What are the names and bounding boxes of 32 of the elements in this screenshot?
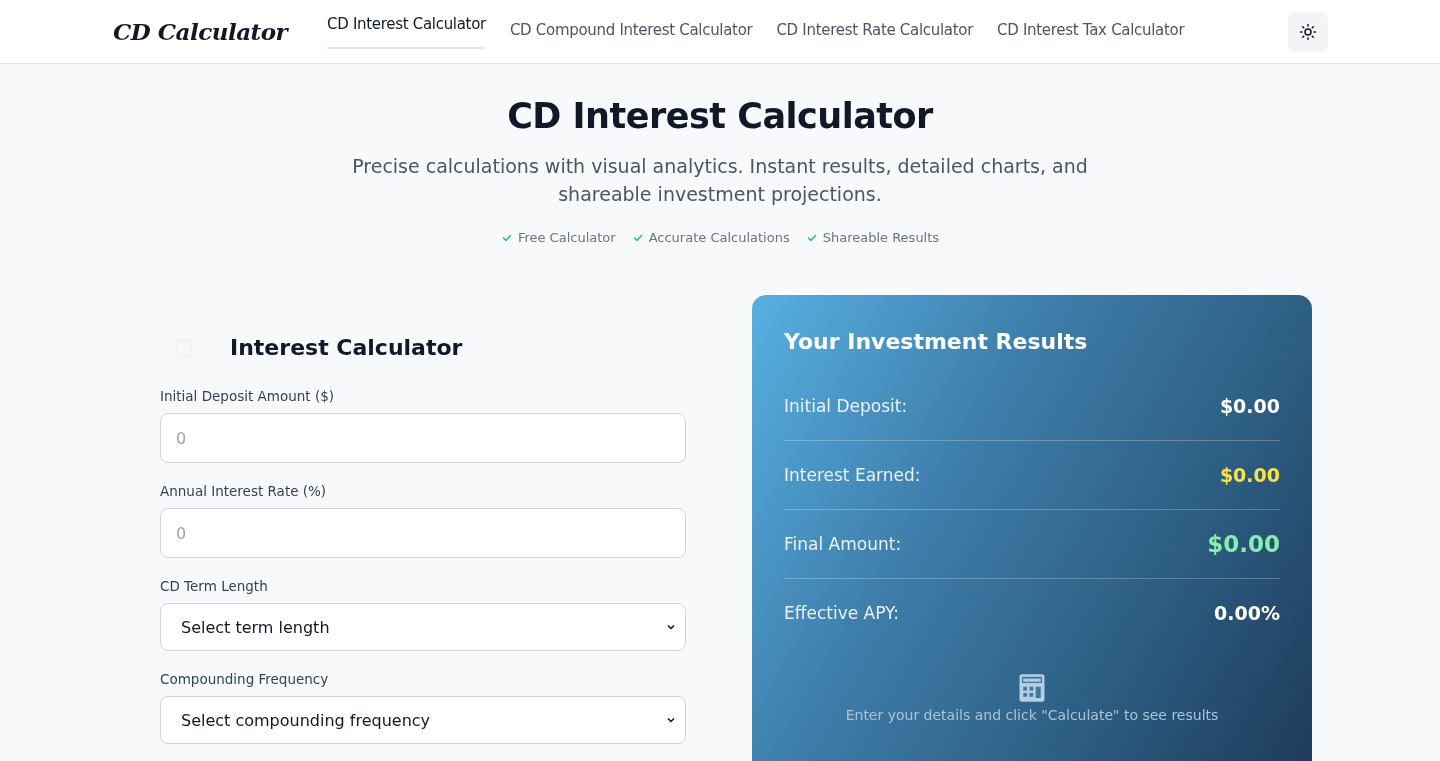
input-field[interactable]: 0 (160, 413, 686, 463)
results-hint: Enter your details and click "Calculate" to see results (845, 707, 1219, 723)
page-title: CD Interest Calculator (507, 96, 933, 136)
result-label: Effective APY: (784, 603, 899, 623)
nav-link[interactable]: CD Interest Calculator (327, 8, 486, 49)
result-value: $0.00 (1219, 464, 1280, 486)
nav-link[interactable]: CD Interest Rate Calculator (776, 14, 974, 49)
field-label: Initial Deposit Amount ($) (160, 388, 335, 404)
feature-label: Accurate Calculations (648, 230, 790, 245)
field-label: Compounding Frequency (160, 671, 330, 687)
result-label: Final Amount: (784, 534, 902, 554)
result-label: Initial Deposit: (784, 396, 908, 416)
nav-link[interactable]: CD Compound Interest Calculator (509, 14, 753, 49)
form-title: Interest Calculator (230, 335, 463, 360)
feature-label: Shareable Results (822, 230, 940, 245)
calculator-icon (1017, 673, 1047, 703)
field-label: CD Term Length (160, 578, 269, 594)
result-value: $0.00 (1207, 531, 1280, 557)
page-subtitle: Precise calculations with visual analytics. Instant results, detailed charts, and shareable investment projections. (351, 154, 1089, 207)
select-field[interactable]: Select term length (160, 603, 686, 651)
input-field[interactable]: 0 (160, 508, 686, 558)
sun-icon (1299, 22, 1317, 41)
site-logo[interactable]: CD Calculator (113, 18, 303, 45)
feature-label: Free Calculator (517, 230, 616, 245)
select-field[interactable]: Select compounding frequency (160, 696, 686, 744)
result-value: $0.00 (1219, 395, 1280, 417)
result-value: 0.00% (1214, 602, 1280, 624)
theme-toggle-button[interactable] (1288, 11, 1328, 52)
result-label: Interest Earned: (784, 465, 921, 485)
field-label: Annual Interest Rate (%) (160, 483, 328, 499)
nav-link[interactable]: CD Interest Tax Calculator (997, 14, 1185, 49)
results-title: Your Investment Results (784, 329, 1089, 354)
